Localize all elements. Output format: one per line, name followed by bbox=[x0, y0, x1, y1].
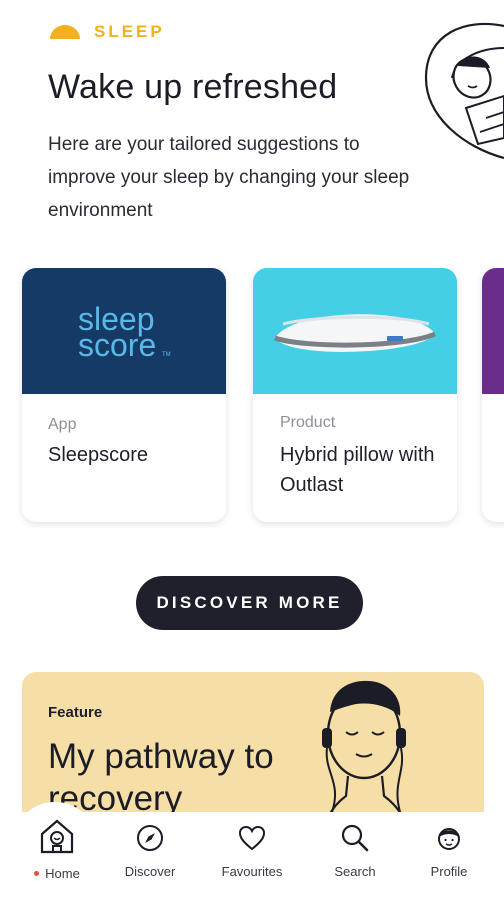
home-icon bbox=[40, 819, 74, 854]
tab-home[interactable]: Home bbox=[12, 816, 102, 886]
suggestion-card-next[interactable] bbox=[482, 268, 504, 522]
heart-icon bbox=[238, 825, 266, 851]
page-subtitle: Here are your tailored suggestions to im… bbox=[48, 134, 410, 221]
tab-discover-label: Discover bbox=[124, 864, 176, 879]
search-icon bbox=[341, 824, 369, 852]
card-media bbox=[253, 268, 457, 394]
tab-search-label: Search bbox=[334, 864, 376, 879]
card-type: App bbox=[48, 416, 77, 433]
feature-label: Feature bbox=[48, 704, 103, 721]
suggestions-carousel[interactable]: sleep score TM App Sleepscore Product Hy… bbox=[0, 268, 504, 528]
half-sun-icon bbox=[50, 25, 80, 39]
logo-text-2: score bbox=[78, 327, 156, 363]
sleeper-illustration bbox=[424, 22, 504, 160]
tab-home-label: Home bbox=[34, 866, 80, 881]
tab-favourites-label: Favourites bbox=[221, 864, 283, 879]
tab-discover[interactable]: Discover bbox=[105, 822, 195, 892]
active-indicator-dot bbox=[34, 871, 40, 877]
suggestion-card-pillow[interactable]: Product Hybrid pillow with Outlast bbox=[253, 268, 457, 522]
logo-tm: TM bbox=[162, 352, 171, 358]
suggestion-card-sleepscore[interactable]: sleep score TM App Sleepscore bbox=[22, 268, 226, 522]
discover-more-button[interactable]: DISCOVER MORE bbox=[136, 576, 363, 630]
category-label: SLEEP bbox=[94, 22, 165, 41]
tab-profile-label: Profile bbox=[430, 864, 468, 879]
compass-icon bbox=[137, 825, 163, 851]
tab-home-text: Home bbox=[45, 866, 80, 881]
tab-favourites[interactable]: Favourites bbox=[207, 822, 297, 892]
card-media: sleep score TM bbox=[22, 268, 226, 394]
tab-profile[interactable]: Profile bbox=[404, 822, 494, 892]
category-row: SLEEP bbox=[48, 22, 165, 42]
hero-section: SLEEP Wake up refreshed Here are your ta… bbox=[0, 0, 504, 240]
page-title: Wake up refreshed bbox=[48, 68, 338, 106]
pillow-image bbox=[274, 314, 436, 352]
tab-search[interactable]: Search bbox=[310, 822, 400, 892]
profile-icon bbox=[438, 828, 460, 850]
card-type: Product bbox=[280, 414, 336, 431]
sleepscore-logo: sleep score TM bbox=[78, 301, 171, 363]
card-title: Sleepscore bbox=[48, 444, 149, 466]
card-title: Hybrid pillow with Outlast bbox=[280, 444, 435, 496]
card-media bbox=[482, 268, 504, 394]
